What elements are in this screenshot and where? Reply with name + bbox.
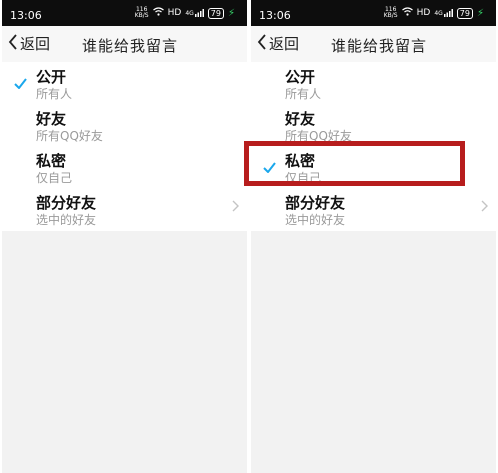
navigation-bar: 返回 谁能给我留言 <box>2 26 247 62</box>
option-title: 公开 <box>285 68 316 86</box>
status-icons: 116 KB/S HD 4G 79 ⚡ <box>384 7 484 19</box>
back-button[interactable]: 返回 <box>8 33 50 54</box>
status-icons: 116 KB/S HD 4G 79 ⚡ <box>135 7 235 19</box>
page-title: 谁能给我留言 <box>331 37 428 55</box>
hd-label: HD <box>416 8 431 18</box>
screen-left: 13:06 116 KB/S HD 4G 79 ⚡ 返回 谁能给我留言 公开 所… <box>2 0 247 473</box>
option-title: 私密 <box>36 152 67 170</box>
status-bar: 13:06 116 KB/S HD 4G 79 ⚡ <box>2 0 247 26</box>
chevron-right-icon <box>481 200 488 216</box>
option-title: 好友 <box>36 110 67 128</box>
option-title: 好友 <box>285 110 316 128</box>
wifi-icon <box>401 7 413 19</box>
hd-label: HD <box>167 8 182 18</box>
option-public[interactable]: 公开 所有人 <box>251 62 496 104</box>
option-subtitle: 所有QQ好友 <box>36 129 103 143</box>
checkmark-icon <box>263 159 276 177</box>
privacy-options-list: 公开 所有人 好友 所有QQ好友 私密 仅自己 部分好友 选中的好友 <box>2 62 247 231</box>
privacy-options-list: 公开 所有人 好友 所有QQ好友 私密 仅自己 部分好友 选中的好友 <box>251 62 496 231</box>
signal-icon: 4G <box>185 9 204 17</box>
checkmark-icon <box>14 75 27 93</box>
charging-bolt-icon: ⚡ <box>476 7 484 19</box>
status-time: 13:06 <box>10 9 42 22</box>
option-subtitle: 仅自己 <box>36 171 73 185</box>
option-subtitle: 所有人 <box>36 87 73 101</box>
option-friends[interactable]: 好友 所有QQ好友 <box>2 104 247 146</box>
network-speed: 116 KB/S <box>383 6 398 19</box>
status-time: 13:06 <box>259 9 291 22</box>
battery-indicator: 79 <box>207 7 224 19</box>
navigation-bar: 返回 谁能给我留言 <box>251 26 496 62</box>
option-public[interactable]: 公开 所有人 <box>2 62 247 104</box>
wifi-icon <box>152 7 164 19</box>
option-subtitle: 所有人 <box>285 87 322 101</box>
option-subtitle: 所有QQ好友 <box>285 129 352 143</box>
network-speed: 116 KB/S <box>134 6 149 19</box>
page-title: 谁能给我留言 <box>82 37 179 55</box>
option-some-friends[interactable]: 部分好友 选中的好友 <box>2 188 247 230</box>
option-subtitle: 选中的好友 <box>36 213 97 227</box>
option-title: 公开 <box>36 68 67 86</box>
screen-right: 13:06 116 KB/S HD 4G 79 ⚡ 返回 谁能给我留言 公开 所有 <box>251 0 496 473</box>
option-subtitle: 仅自己 <box>285 171 322 185</box>
option-some-friends[interactable]: 部分好友 选中的好友 <box>251 188 496 230</box>
option-private[interactable]: 私密 仅自己 <box>2 146 247 188</box>
option-title: 部分好友 <box>36 194 97 212</box>
back-label: 返回 <box>269 35 300 53</box>
option-friends[interactable]: 好友 所有QQ好友 <box>251 104 496 146</box>
battery-indicator: 79 <box>456 7 473 19</box>
signal-icon: 4G <box>434 9 453 17</box>
charging-bolt-icon: ⚡ <box>227 7 235 19</box>
chevron-left-icon <box>257 33 267 54</box>
status-bar: 13:06 116 KB/S HD 4G 79 ⚡ <box>251 0 496 26</box>
back-label: 返回 <box>20 35 51 53</box>
chevron-left-icon <box>8 33 18 54</box>
option-title: 私密 <box>285 152 316 170</box>
chevron-right-icon <box>232 200 239 216</box>
option-subtitle: 选中的好友 <box>285 213 346 227</box>
option-private[interactable]: 私密 仅自己 <box>251 146 496 188</box>
option-title: 部分好友 <box>285 194 346 212</box>
back-button[interactable]: 返回 <box>257 33 299 54</box>
